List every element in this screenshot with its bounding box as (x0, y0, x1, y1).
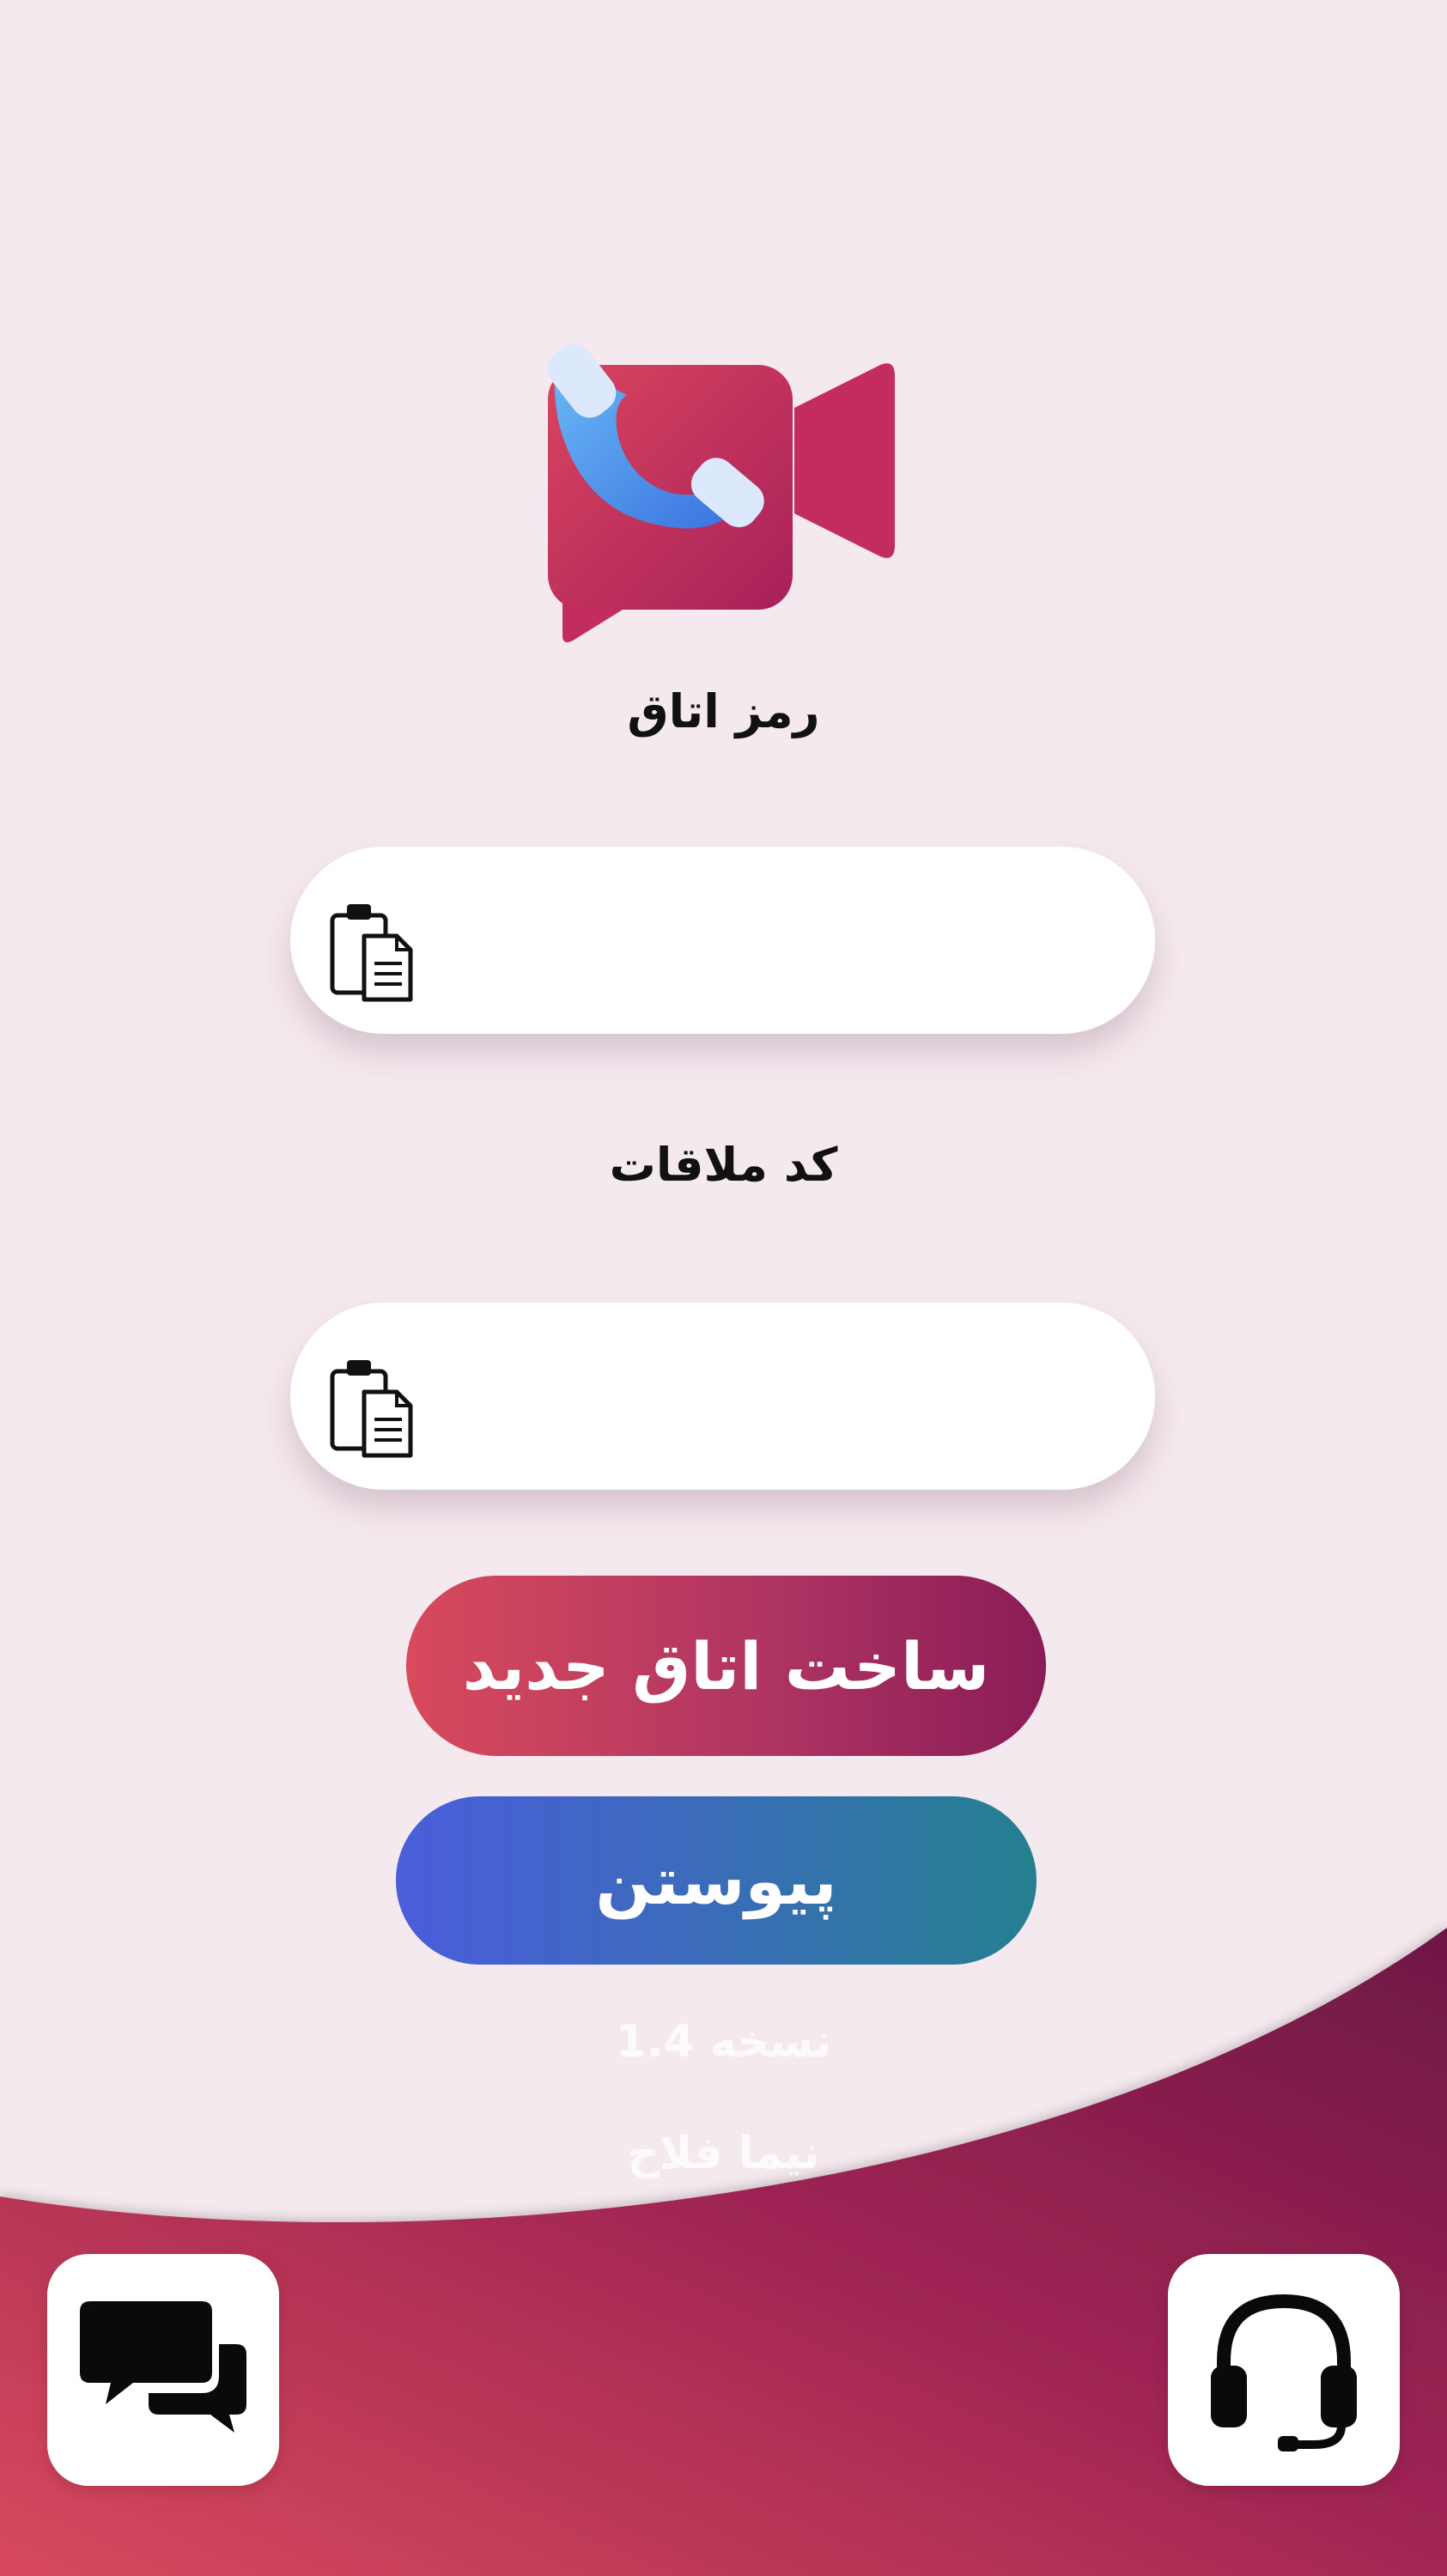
support-button[interactable] (1168, 2254, 1400, 2486)
chat-icon (80, 2301, 246, 2433)
meeting-code-input[interactable] (419, 1337, 1078, 1455)
create-room-button[interactable]: ساخت اتاق جدید (406, 1576, 1046, 1756)
clipboard-paste-icon[interactable] (328, 900, 416, 1005)
clipboard-paste-icon[interactable] (328, 1356, 416, 1461)
room-password-label: رمز اتاق (627, 684, 820, 738)
headset-icon (1211, 2293, 1357, 2451)
video-call-logo-icon (547, 343, 895, 642)
room-password-input[interactable] (419, 881, 1078, 999)
chat-button[interactable] (47, 2254, 279, 2486)
room-password-field-container (290, 847, 1155, 1034)
version-text: نسخه 1.4 (615, 2016, 832, 2068)
join-button[interactable]: پیوستن (396, 1796, 1037, 1965)
meeting-code-label: کد ملاقات (609, 1138, 838, 1192)
author-text: نیما فلاح (627, 2128, 820, 2179)
meeting-code-field-container (290, 1303, 1155, 1490)
